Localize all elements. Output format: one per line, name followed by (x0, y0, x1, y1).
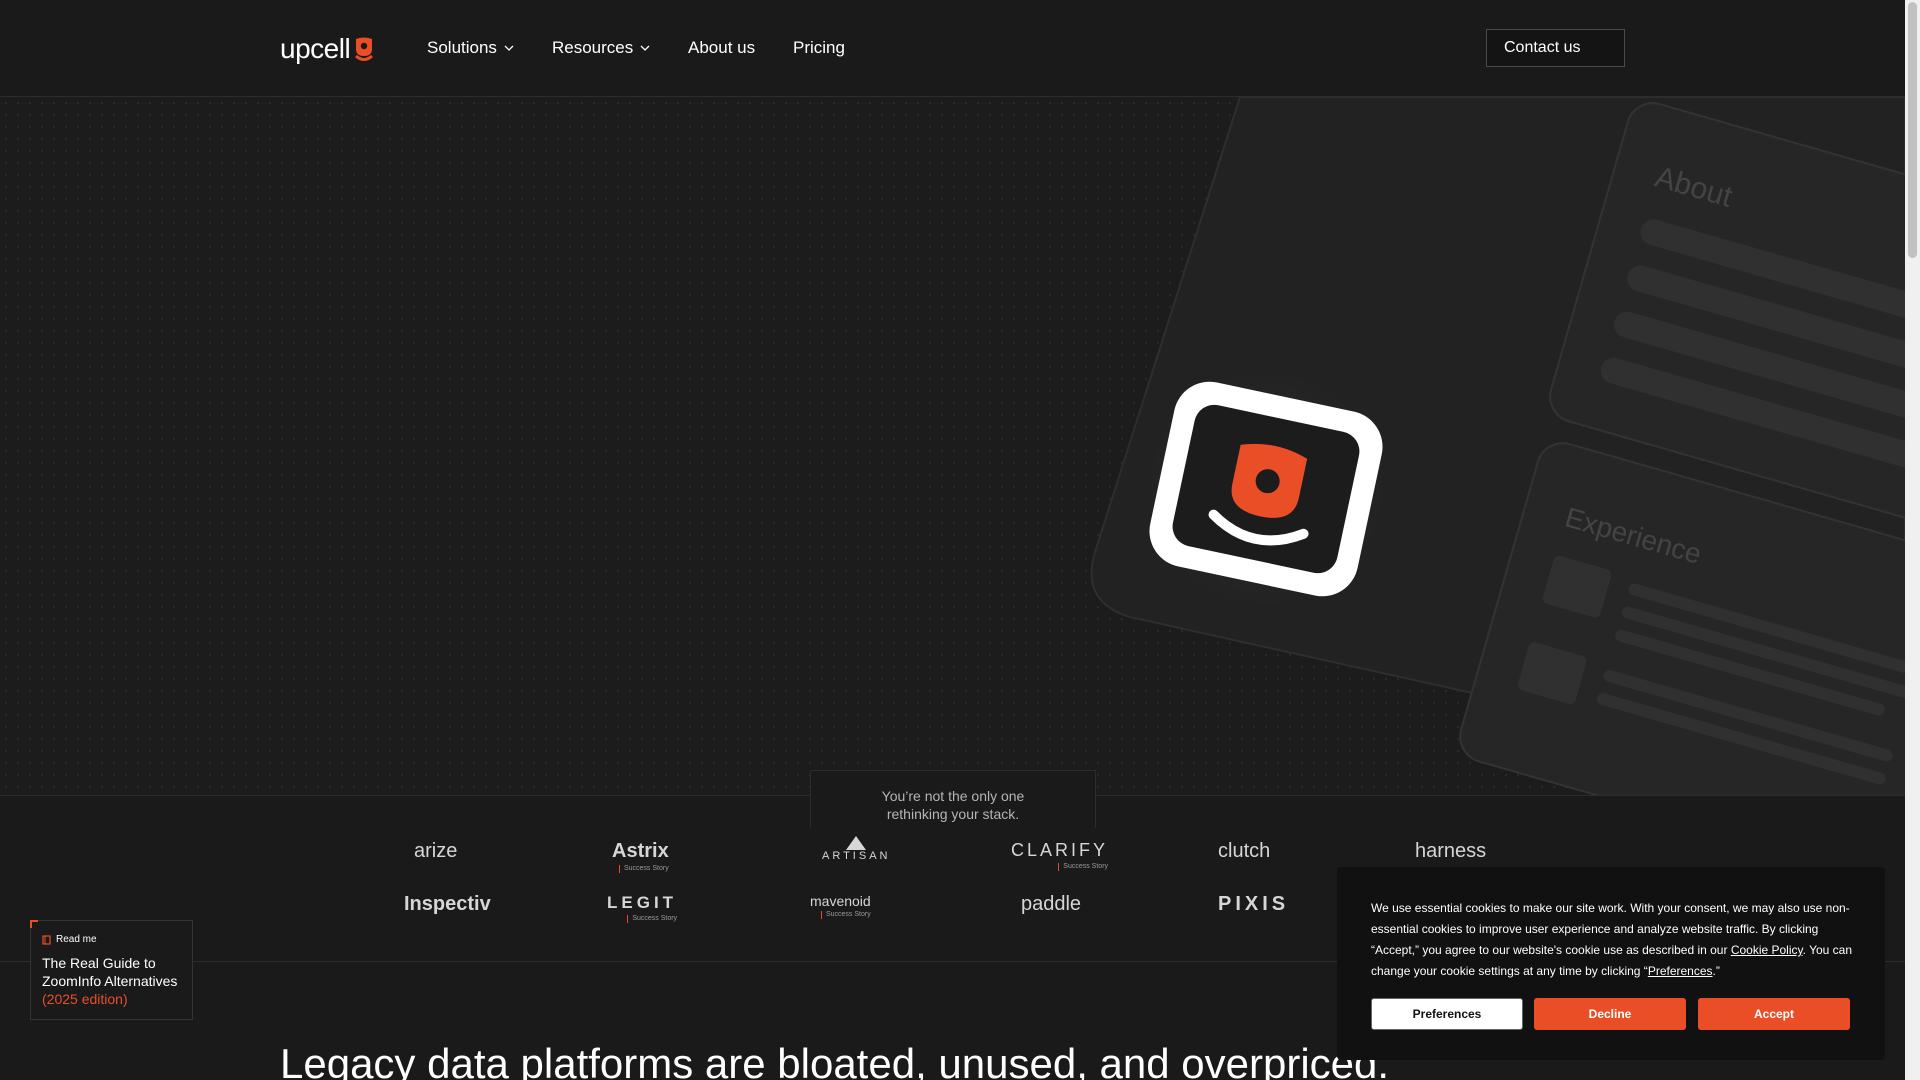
logo-harness[interactable]: harness (1415, 840, 1486, 863)
brand-artisan: ARTISAN (822, 850, 891, 862)
nav-solutions-label: Solutions (427, 38, 497, 57)
brand-legit: LEGIT (607, 893, 678, 912)
brand-pixis: PIXIS (1218, 893, 1290, 915)
hero-illustration: About Experience (1090, 97, 1905, 795)
preferences-button[interactable]: Preferences (1371, 998, 1523, 1030)
artisan-mark-icon (846, 836, 867, 850)
logos-tagline: You’re not the only one rethinking your … (810, 770, 1096, 828)
cookie-text: We use essential cookies to make our sit… (1371, 898, 1861, 982)
read-me-edition: (2025 edition) (42, 991, 128, 1007)
read-me-tag: Read me (42, 934, 97, 945)
brand-clarify: CLARIFY (1011, 840, 1109, 860)
chevron-down-icon (640, 45, 650, 51)
logo-inspectiv[interactable]: Inspectiv (404, 893, 491, 916)
nav-resources[interactable]: Resources (552, 38, 651, 58)
cookie-policy-link[interactable]: Cookie Policy (1731, 943, 1803, 957)
success-story-tag: Success Story (1058, 863, 1108, 871)
brand-harness: harness (1415, 840, 1487, 862)
logo-clarify[interactable]: CLARIFY Success Story (1011, 840, 1108, 871)
logo-paddle[interactable]: paddle (1021, 893, 1081, 916)
read-me-card[interactable]: Read me The Real Guide to ZoomInfo Alter… (30, 920, 193, 1020)
page-scrollbar[interactable] (1905, 0, 1920, 1080)
upcell-mark-icon (355, 37, 374, 61)
tagline-line-1: You’re not the only one (881, 788, 1025, 804)
brand-arize: arize (414, 840, 458, 862)
success-story-tag: Success Story (820, 911, 871, 919)
logo-pixis[interactable]: PIXIS (1218, 893, 1289, 916)
nav-about-us[interactable]: About us (688, 38, 755, 58)
logo-astrix[interactable]: Astrix Success Story (612, 840, 669, 873)
contact-us-button[interactable]: Contact us (1486, 29, 1625, 67)
success-story-tag: Success Story (618, 865, 669, 873)
top-nav: upcell Solutions Resources About us Pric… (0, 0, 1905, 97)
hero-section: About Experience (0, 97, 1905, 795)
decline-button[interactable]: Decline (1534, 998, 1686, 1030)
logo-text: upcell (280, 33, 351, 64)
read-me-title-text: The Real Guide to ZoomInfo Alternatives (42, 955, 178, 989)
upcell-logo[interactable]: upcell (280, 33, 375, 65)
brand-mavenoid: mavenoid (810, 893, 871, 909)
cookie-banner: We use essential cookies to make our sit… (1337, 867, 1885, 1060)
brand-astrix: Astrix (612, 840, 669, 862)
logo-arize[interactable]: arize (414, 840, 457, 863)
book-icon (42, 934, 51, 945)
chevron-down-icon (504, 45, 514, 51)
accept-button[interactable]: Accept (1698, 998, 1850, 1030)
brand-clutch: clutch (1218, 840, 1271, 862)
cookie-text-part3: .” (1712, 964, 1720, 978)
logo-mavenoid[interactable]: mavenoid Success Story (810, 893, 871, 919)
nav-solutions[interactable]: Solutions (427, 38, 515, 58)
tagline-line-2: rethinking your stack. (886, 806, 1020, 822)
nav-pricing-label: Pricing (793, 38, 845, 57)
scrollbar-thumb[interactable] (1908, 2, 1917, 258)
brand-paddle: paddle (1021, 893, 1082, 915)
preferences-link[interactable]: Preferences (1648, 964, 1713, 978)
nav-resources-label: Resources (552, 38, 634, 57)
card-corner-accent (30, 920, 38, 928)
logo-clutch[interactable]: clutch (1218, 840, 1270, 863)
brand-inspectiv: Inspectiv (404, 893, 491, 915)
nav-pricing[interactable]: Pricing (793, 38, 845, 58)
section-headline: Legacy data platforms are bloated, unuse… (280, 1040, 1390, 1080)
success-story-tag: Success Story (627, 915, 677, 923)
nav-about-label: About us (688, 38, 756, 57)
read-me-title: The Real Guide to ZoomInfo Alternatives … (42, 954, 190, 1008)
logo-legit[interactable]: LEGIT Success Story (607, 893, 677, 923)
logo-artisan[interactable]: ARTISAN (822, 836, 890, 862)
read-me-label: Read me (56, 934, 97, 945)
